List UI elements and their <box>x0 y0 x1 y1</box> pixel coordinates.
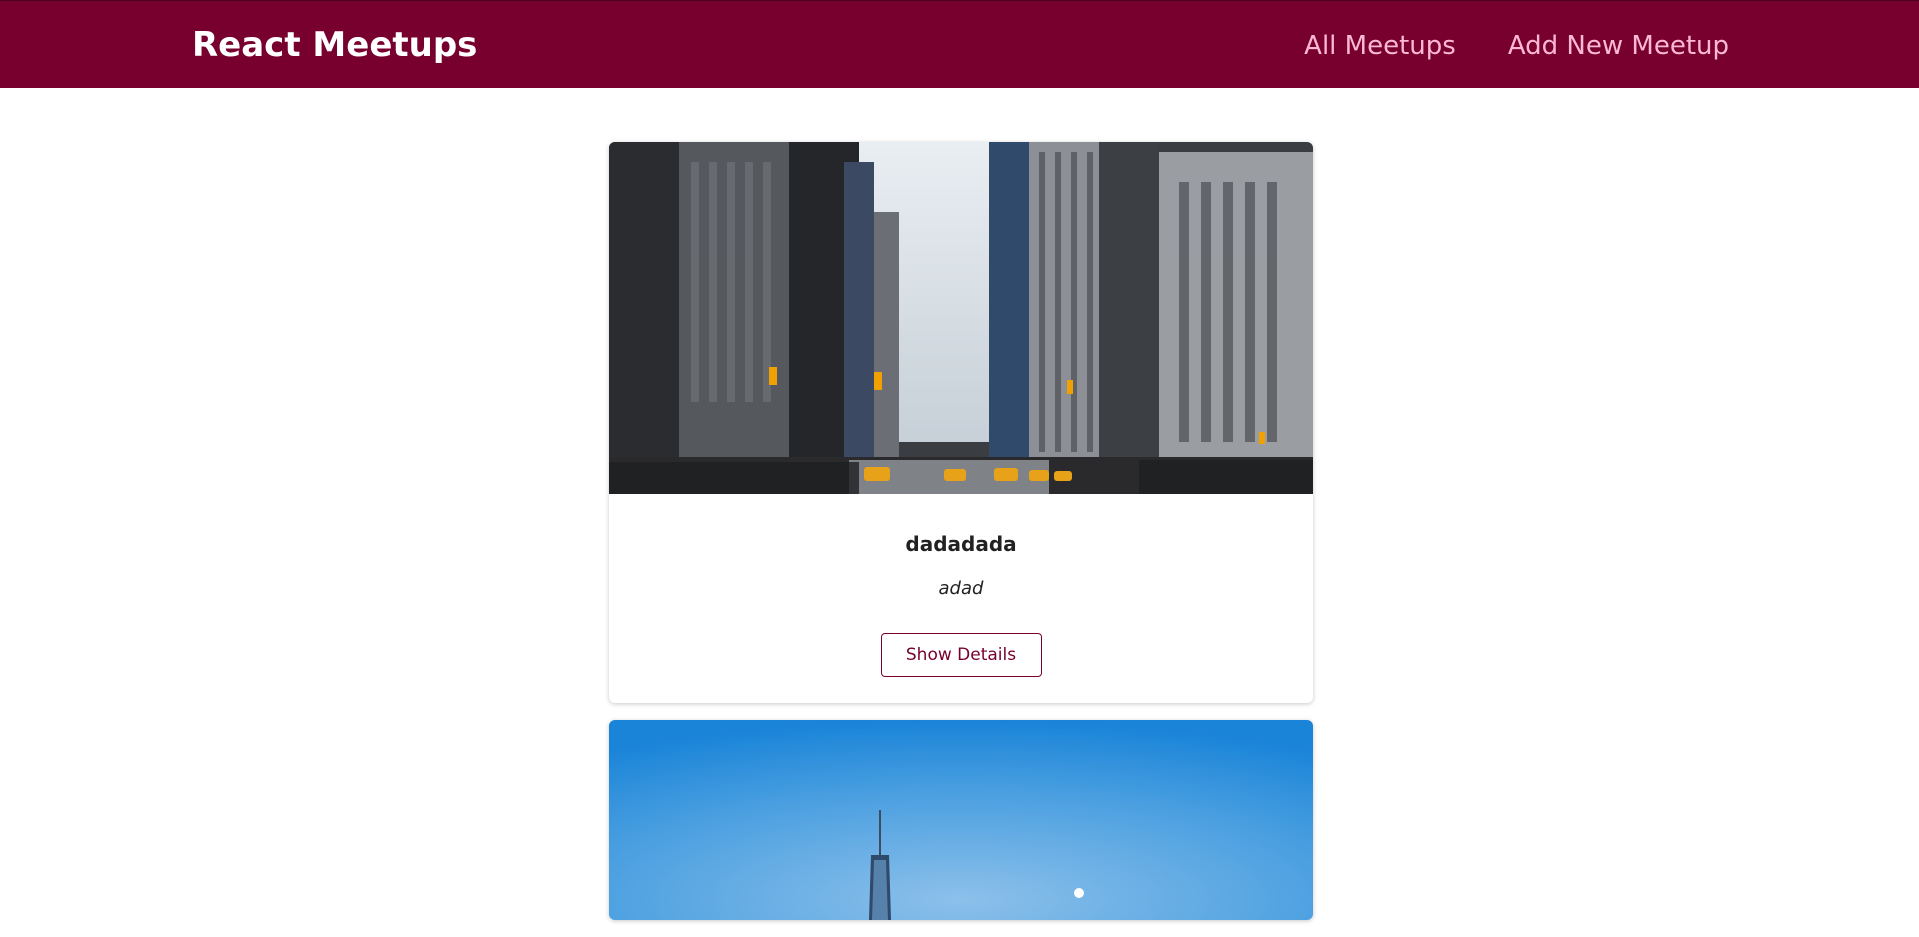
meetup-title: dadadada <box>905 532 1017 556</box>
meetup-list: dadadada adad Show Details <box>609 142 1313 937</box>
meetup-card: dadadada adad Show Details <box>609 142 1313 703</box>
main-navigation: All Meetups Add New Meetup <box>1304 31 1729 61</box>
meetup-card-content: dadadada adad <box>609 494 1313 599</box>
meetup-image <box>609 720 1313 920</box>
city-street-photo <box>609 142 1313 494</box>
nav-link-all-meetups[interactable]: All Meetups <box>1304 31 1456 61</box>
meetup-address: adad <box>938 578 984 599</box>
tower-sky-photo <box>609 720 1313 920</box>
meetup-card <box>609 720 1313 920</box>
meetup-image <box>609 142 1313 494</box>
main-header: React Meetups All Meetups Add New Meetup <box>0 0 1919 88</box>
app-logo[interactable]: React Meetups <box>192 25 477 65</box>
meetup-card-actions: Show Details <box>609 599 1313 703</box>
show-details-button[interactable]: Show Details <box>880 633 1042 677</box>
nav-link-add-new-meetup[interactable]: Add New Meetup <box>1508 31 1729 61</box>
